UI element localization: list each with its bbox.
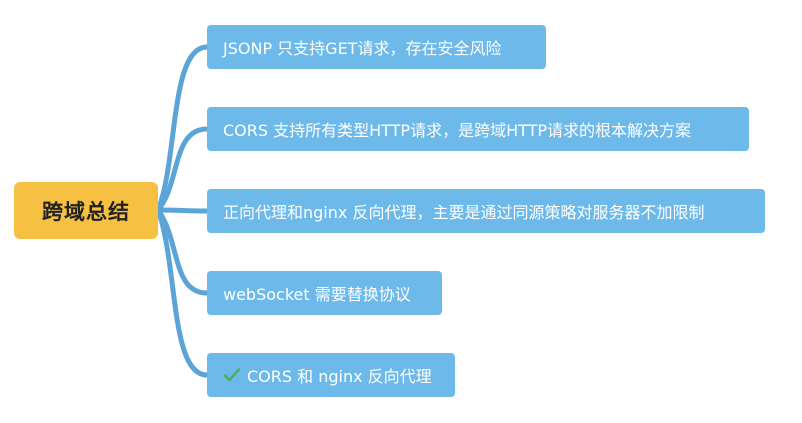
branch-label-jsonp: JSONP 只支持GET请求，存在安全风险: [223, 39, 502, 58]
connector-branch-1: [155, 126, 210, 213]
branch-node-websocket[interactable]: webSocket 需要替换协议: [207, 271, 442, 315]
root-topic-node[interactable]: 跨域总结: [14, 182, 158, 239]
branch-label-cors: CORS 支持所有类型HTTP请求，是跨域HTTP请求的根本解决方案: [223, 121, 692, 140]
branch-node-jsonp[interactable]: JSONP 只支持GET请求，存在安全风险: [207, 25, 546, 69]
root-topic-label: 跨域总结: [42, 199, 130, 224]
branch-label-proxy: 正向代理和nginx 反向代理，主要是通过同源策略对服务器不加限制: [223, 203, 705, 222]
branch-node-proxy[interactable]: 正向代理和nginx 反向代理，主要是通过同源策略对服务器不加限制: [207, 189, 765, 233]
branch-node-cors[interactable]: CORS 支持所有类型HTTP请求，是跨域HTTP请求的根本解决方案: [207, 107, 749, 151]
branch-node-conclusion[interactable]: CORS 和 nginx 反向代理: [207, 353, 455, 397]
branch-label-conclusion: CORS 和 nginx 反向代理: [247, 367, 432, 386]
branch-label-websocket: webSocket 需要替换协议: [223, 285, 411, 304]
checkmark-icon: [223, 367, 241, 383]
connector-branch-2: [155, 207, 210, 214]
